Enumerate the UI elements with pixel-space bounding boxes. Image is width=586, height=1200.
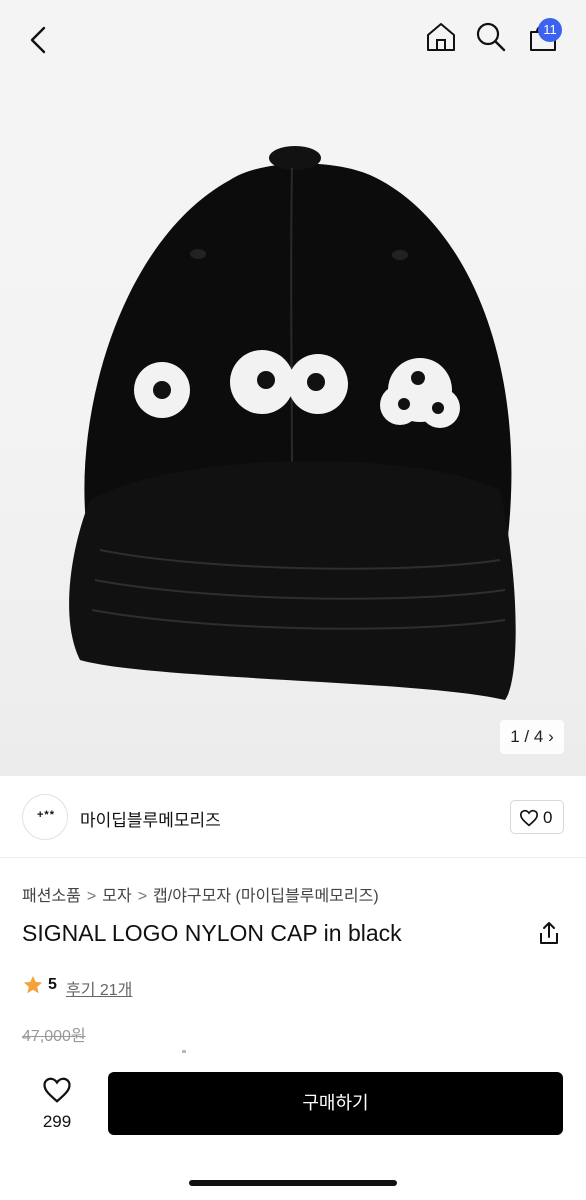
cart-count-badge: 11 [538, 18, 562, 42]
breadcrumb-separator: > [86, 888, 97, 905]
rating-score: 5 [48, 976, 57, 993]
breadcrumb-separator: > [137, 888, 148, 905]
image-pager[interactable]: 1 / 4 › [500, 720, 564, 754]
home-indicator [189, 1180, 397, 1186]
review-count-link[interactable]: 후기 21개 [66, 976, 132, 1000]
product-image-cap [69, 146, 516, 700]
search-icon[interactable] [474, 20, 508, 54]
share-icon[interactable] [536, 920, 562, 946]
breadcrumb-item[interactable]: 캡/야구모자 (마이딥블루메모리즈) [153, 888, 379, 905]
breadcrumb-item[interactable]: 모자 [102, 888, 131, 905]
divider-mark [182, 1050, 186, 1053]
wishlist-count: 299 [42, 1112, 72, 1131]
purchase-bar: 299 구매하기 [0, 1060, 586, 1200]
breadcrumb: 패션소품 > 모자 > 캡/야구모자 (마이딥블루메모리즈) [22, 882, 379, 906]
brand-name[interactable]: 마이딥블루메모리즈 [80, 806, 221, 831]
brand-logo[interactable]: +** [22, 794, 68, 840]
brand-like-count: 0 [543, 808, 553, 827]
pager-text: 1 / 4 [510, 727, 544, 746]
home-icon[interactable] [424, 20, 458, 54]
brand-like-button[interactable]: 0 [510, 800, 564, 834]
heart-icon [43, 1077, 71, 1103]
chevron-left-icon[interactable] [22, 22, 58, 58]
breadcrumb-item[interactable]: 패션소품 [22, 888, 81, 905]
top-navigation-bar: 11 [0, 0, 586, 76]
wishlist-button[interactable]: 299 [22, 1074, 92, 1134]
product-image-gallery[interactable]: 1 / 4 › [0, 0, 586, 776]
brand-row[interactable]: +** 마이딥블루메모리즈 0 [0, 776, 586, 858]
product-title: SIGNAL LOGO NYLON CAP in black [22, 920, 402, 946]
chevron-right-icon: › [548, 727, 554, 746]
original-price: 47,000원 [22, 1028, 86, 1045]
heart-icon [519, 809, 539, 827]
buy-button[interactable]: 구매하기 [108, 1072, 563, 1135]
brand-logo-text: +** [37, 809, 55, 821]
star-icon [23, 975, 43, 994]
